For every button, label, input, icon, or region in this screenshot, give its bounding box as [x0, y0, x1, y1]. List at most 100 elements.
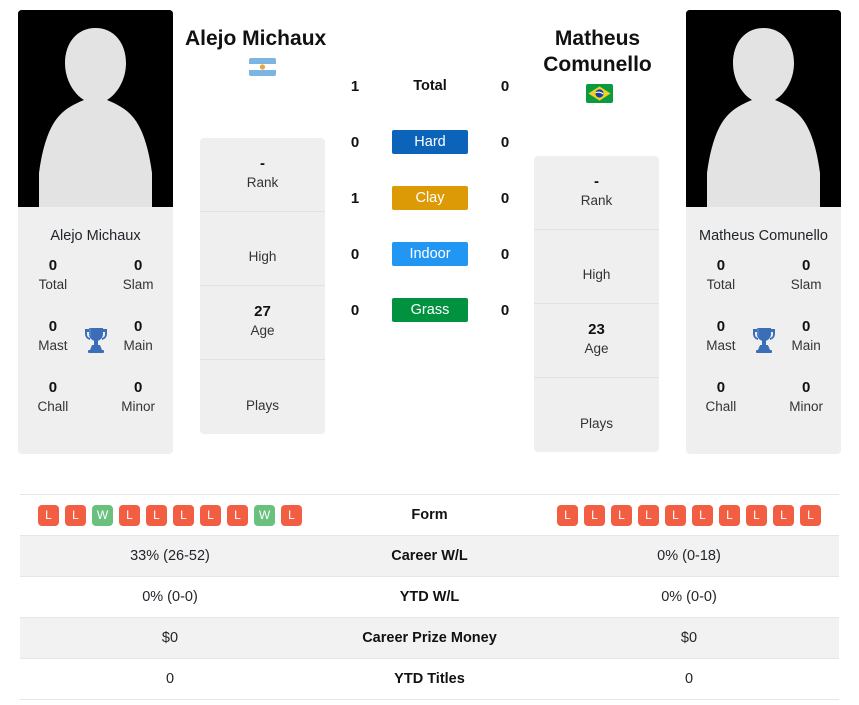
comparison-table: LLWLLLLLWL Form LLLLLLLLLL 33% (26-52) C… — [20, 494, 839, 700]
title-stat-total-left: 0 Total — [28, 257, 78, 295]
form-badge-win[interactable]: W — [254, 504, 275, 526]
surface-badge-hard[interactable]: Hard — [392, 129, 468, 155]
h2h-row-hard: 0 Hard 0 — [340, 114, 520, 170]
titles-row: 0 Mast 0 Main — [686, 318, 841, 379]
career-wl-left: 33% (26-52) — [20, 535, 320, 577]
ytd-wl-right: 0% (0-0) — [539, 576, 839, 618]
player-info-card-right: - Rank High 23 Age Plays — [534, 156, 659, 452]
form-badge-loss[interactable]: L — [584, 504, 605, 526]
table-row-career-wl: 33% (26-52) Career W/L 0% (0-18) — [20, 535, 839, 577]
info-value: - — [594, 173, 599, 191]
form-badge-loss[interactable]: L — [746, 504, 767, 526]
form-badge-loss[interactable]: L — [638, 504, 659, 526]
form-badge-loss[interactable]: L — [146, 504, 167, 526]
info-value: 23 — [588, 321, 605, 339]
title-stat-chall-left: 0 Chall — [28, 379, 78, 417]
ytd-titles-right: 0 — [539, 658, 839, 700]
title-stat-mast-left: 0 Mast — [28, 318, 78, 356]
form-badge-win[interactable]: W — [92, 504, 113, 526]
stat-value: 0 — [801, 378, 811, 396]
stat-value: 0 — [133, 378, 143, 396]
player-photo-right — [686, 10, 841, 217]
title-stat-chall-right: 0 Chall — [696, 379, 746, 417]
trophy-spacer — [78, 257, 114, 265]
form-cell-left: LLWLLLLLWL — [20, 494, 320, 536]
player-info-card-left: - Rank High 27 Age Plays — [200, 138, 325, 434]
form-badge-loss[interactable]: L — [65, 504, 86, 526]
title-stat-minor-left: 0 Minor — [113, 379, 163, 417]
argentina-flag-icon — [249, 58, 276, 76]
stat-label: Slam — [122, 277, 154, 293]
form-badge-loss[interactable]: L — [773, 504, 794, 526]
form-badge-loss[interactable]: L — [665, 504, 686, 526]
stat-label: Main — [123, 338, 153, 354]
trophy-spacer — [78, 379, 114, 387]
form-badge-loss[interactable]: L — [557, 504, 578, 526]
titles-grid-right: 0 Total 0 Slam 0 Mast 0 Main 0 Chall 0 M… — [686, 255, 841, 454]
info-row-high-right: High — [534, 230, 659, 304]
info-label: High — [248, 249, 277, 265]
player-name-left[interactable]: Alejo Michaux — [185, 26, 345, 52]
form-badge-loss[interactable]: L — [800, 504, 821, 526]
h2h-left-value: 0 — [350, 301, 360, 319]
career-prize-money-left: $0 — [20, 617, 320, 659]
stat-value: 0 — [48, 317, 58, 335]
info-label: Plays — [245, 397, 279, 413]
stat-value: 0 — [48, 378, 58, 396]
table-row-career-prize-money: $0 Career Prize Money $0 — [20, 617, 839, 659]
stat-value: 0 — [716, 317, 726, 335]
form-badge-loss[interactable]: L — [281, 504, 302, 526]
titles-row: 0 Total 0 Slam — [686, 257, 841, 318]
stat-label: Minor — [121, 399, 156, 415]
form-badge-loss[interactable]: L — [173, 504, 194, 526]
h2h-right-value: 0 — [500, 245, 510, 263]
stat-value: 0 — [801, 256, 811, 274]
stat-label: Minor — [789, 399, 824, 415]
h2h-surface-column: 1 Total 0 0 Hard 0 1 Clay 0 0 Indoor 0 0 — [340, 58, 520, 338]
form-badge-loss[interactable]: L — [692, 504, 713, 526]
player-card-right[interactable]: Matheus Comunello 0 Total 0 Slam 0 Mast … — [686, 10, 841, 454]
stat-label: Main — [791, 338, 821, 354]
form-badge-loss[interactable]: L — [227, 504, 248, 526]
info-row-rank-left: - Rank — [200, 138, 325, 212]
career-prize-money-right: $0 — [539, 617, 839, 659]
h2h-left-value: 0 — [350, 133, 360, 151]
form-badge-loss[interactable]: L — [611, 504, 632, 526]
h2h-right-value: 0 — [500, 77, 510, 95]
titles-row: 0 Total 0 Slam — [18, 257, 173, 318]
title-stat-slam-right: 0 Slam — [781, 257, 831, 295]
player-name-right[interactable]: Matheus Comunello — [520, 26, 675, 77]
table-label-career-wl: Career W/L — [320, 535, 539, 577]
stat-label: Slam — [790, 277, 822, 293]
surface-badge-grass[interactable]: Grass — [392, 297, 468, 323]
h2h-left-value: 1 — [350, 189, 360, 207]
player-photo-left — [18, 10, 173, 217]
form-badge-loss[interactable]: L — [38, 504, 59, 526]
stat-value: 0 — [716, 256, 726, 274]
form-badge-loss[interactable]: L — [719, 504, 740, 526]
titles-row: 0 Chall 0 Minor — [686, 379, 841, 440]
stat-value: 0 — [133, 256, 143, 274]
trophy-icon — [84, 327, 107, 353]
info-label: Age — [250, 323, 275, 339]
surface-badge-clay[interactable]: Clay — [392, 185, 468, 211]
flag-wrap-left — [240, 58, 285, 76]
player-comparison-page: Alejo Michaux 0 Total 0 Slam 0 Mast 0 Ma… — [0, 0, 859, 705]
title-stat-total-right: 0 Total — [696, 257, 746, 295]
table-row-form: LLWLLLLLWL Form LLLLLLLLLL — [20, 494, 839, 536]
stat-value: 0 — [801, 317, 811, 335]
trophy-spacer — [746, 379, 782, 387]
h2h-row-indoor: 0 Indoor 0 — [340, 226, 520, 282]
info-label: Rank — [580, 193, 613, 209]
form-badge-loss[interactable]: L — [200, 504, 221, 526]
stat-label: Mast — [38, 338, 68, 354]
player-card-left[interactable]: Alejo Michaux 0 Total 0 Slam 0 Mast 0 Ma… — [18, 10, 173, 454]
form-badge-loss[interactable]: L — [119, 504, 140, 526]
stat-label: Chall — [37, 399, 69, 415]
title-stat-mast-right: 0 Mast — [696, 318, 746, 356]
info-label: Age — [584, 341, 609, 357]
surface-badge-indoor[interactable]: Indoor — [392, 241, 468, 267]
trophy-icon-wrap — [78, 318, 114, 354]
h2h-row-total: 1 Total 0 — [340, 58, 520, 114]
ytd-wl-left: 0% (0-0) — [20, 576, 320, 618]
